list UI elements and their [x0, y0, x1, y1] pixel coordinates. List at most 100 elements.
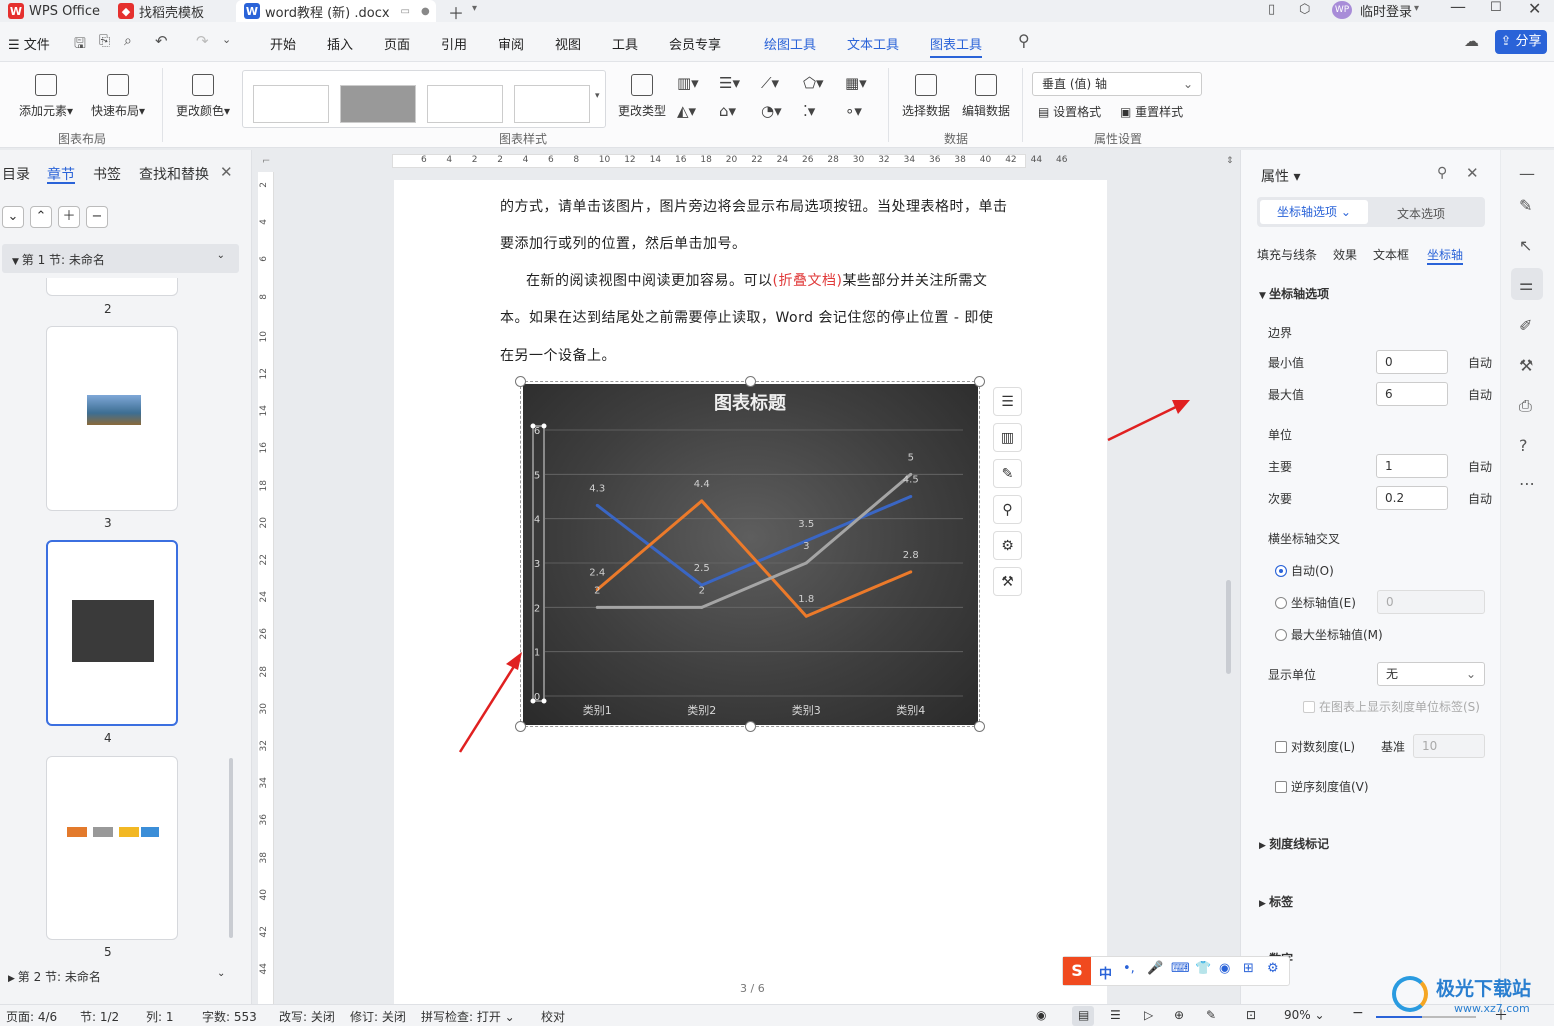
select-data-button[interactable]: 选择数据 — [900, 74, 952, 119]
menu-chart-tools[interactable]: 图表工具 — [930, 34, 983, 58]
chart-style-brush-icon[interactable]: ✎ — [993, 459, 1022, 488]
chevron-down-icon[interactable]: ⌄ — [217, 968, 225, 979]
properties-sliders-icon[interactable]: ⚌ — [1519, 275, 1533, 294]
radio-auto[interactable]: 自动(O) — [1275, 562, 1334, 579]
pin-icon[interactable]: ⚲ — [1437, 165, 1447, 181]
close-icon[interactable]: ✕ — [220, 163, 233, 181]
tab-axis-options[interactable]: 坐标轴选项 ⌄ — [1260, 200, 1368, 224]
nav-tab-bookmarks[interactable]: 书签 — [93, 164, 121, 184]
resize-handle[interactable] — [515, 721, 526, 732]
radar-chart-icon[interactable]: ⬠▾ — [803, 74, 824, 92]
eye-icon[interactable]: ◉ — [1036, 1008, 1046, 1022]
menu-drawing-tools[interactable]: 绘图工具 — [764, 34, 816, 53]
menu-review[interactable]: 审阅 — [498, 34, 524, 53]
web-view-icon[interactable]: ⊕ — [1174, 1008, 1184, 1022]
apps-icon[interactable]: ⊞ — [1243, 961, 1254, 976]
resize-handle[interactable] — [974, 721, 985, 732]
layout-options-icon[interactable]: ☰ — [993, 387, 1022, 416]
table-chart-icon[interactable]: ▦▾ — [845, 74, 867, 92]
change-type-button[interactable]: 更改类型 — [616, 74, 668, 119]
axis-handle[interactable] — [541, 423, 547, 429]
show-unit-label-checkbox[interactable]: 在图表上显示刻度单位标签(S) — [1303, 698, 1480, 715]
add-section-button[interactable]: ＋ — [58, 206, 80, 228]
close-icon[interactable]: ✕ — [1466, 164, 1479, 182]
major-auto-button[interactable]: 自动 — [1468, 458, 1492, 475]
share-button[interactable]: ⇪ 分享 — [1495, 30, 1547, 54]
close-icon[interactable]: ✕ — [1528, 0, 1541, 18]
settings-icon[interactable]: ⚙ — [1267, 961, 1279, 976]
chart[interactable]: 图表标题 0123456 类别1 类别2 类别3 类别4 4.3 2.5 3.5 4.5 2.… — [523, 384, 978, 725]
help-icon[interactable]: ? — [1519, 436, 1528, 455]
status-track-changes[interactable]: 修订: 关闭 — [350, 1008, 406, 1025]
chart-tools-icon[interactable]: ⚒ — [993, 567, 1022, 596]
minor-auto-button[interactable]: 自动 — [1468, 490, 1492, 507]
minor-unit-input[interactable]: 0.2 — [1376, 486, 1448, 510]
resize-handle[interactable] — [745, 721, 756, 732]
subtab-effects[interactable]: 效果 — [1333, 246, 1357, 263]
section-2-header[interactable]: ▶ 第 2 节: 未命名 — [8, 968, 101, 985]
translate-icon[interactable]: ⎙ — [1519, 396, 1532, 416]
log-scale-checkbox[interactable]: 对数刻度(L) — [1275, 738, 1355, 755]
menu-tools[interactable]: 工具 — [612, 34, 638, 53]
sogou-logo-icon[interactable]: S — [1063, 957, 1091, 985]
pen-icon[interactable]: ✎ — [1519, 196, 1532, 215]
punctuation-icon[interactable]: •, — [1123, 961, 1135, 976]
horizontal-ruler[interactable]: 6 4 2 2 4 6 8 10 12 14 16 18 20 22 24 26 28 30 32 34 36 38 40 4… — [392, 154, 1067, 168]
file-menu[interactable]: ☰ 文件 — [8, 34, 50, 53]
undo-icon[interactable]: ↶ — [155, 32, 168, 50]
axis-select-dropdown[interactable]: 垂直 (值) 轴 ⌄ — [1032, 72, 1202, 96]
major-unit-input[interactable]: 1 — [1376, 454, 1448, 478]
doc-scrollbar[interactable] — [1226, 580, 1231, 674]
maximize-icon[interactable]: ☐ — [1490, 0, 1502, 15]
play-icon[interactable]: ▷ — [1144, 1008, 1153, 1022]
more-icon[interactable]: ⋯ — [1519, 474, 1535, 493]
chart-title[interactable]: 图表标题 — [714, 392, 787, 414]
tick-marks-section[interactable]: ▶ 刻度线标记 — [1259, 835, 1329, 852]
change-color-button[interactable]: 更改颜色▾ — [173, 74, 233, 119]
tab-template[interactable]: ◆ 找稻壳模板 — [110, 0, 234, 22]
collapse-button[interactable]: ⌄ — [2, 206, 24, 228]
menu-text-tools[interactable]: 文本工具 — [847, 34, 899, 53]
line-chart-icon[interactable]: ⟋▾ — [761, 74, 779, 92]
skin-icon[interactable]: 👕 — [1195, 961, 1211, 976]
fit-page-icon[interactable]: ⊡ — [1246, 1008, 1256, 1022]
max-auto-button[interactable]: 自动 — [1468, 386, 1492, 403]
nav-tab-find-replace[interactable]: 查找和替换 — [139, 164, 209, 184]
expand-button[interactable]: ⌃ — [30, 206, 52, 228]
radio-max-value[interactable]: 最大坐标轴值(M) — [1275, 626, 1383, 643]
style-thumb-2[interactable] — [340, 85, 416, 123]
status-spell-check[interactable]: 拼写检查: 打开 ⌄ — [421, 1008, 515, 1025]
axis-handle[interactable] — [530, 423, 536, 429]
menu-view[interactable]: 视图 — [555, 34, 581, 53]
page-thumb-3[interactable] — [46, 326, 178, 511]
reverse-order-checkbox[interactable]: 逆序刻度值(V) — [1275, 778, 1369, 795]
status-overwrite[interactable]: 改写: 关闭 — [279, 1008, 335, 1025]
axis-value-input[interactable]: 0 — [1377, 590, 1485, 614]
nav-tab-toc[interactable]: 目录 — [2, 164, 30, 184]
radio-axis-value[interactable]: 坐标轴值(E) — [1275, 594, 1356, 611]
set-format-button[interactable]: ▤ 设置格式 — [1038, 103, 1101, 120]
ruler-toggle-icon[interactable]: ⇕ — [1226, 156, 1234, 166]
section-1-header[interactable]: ▼ 第 1 节: 未命名 ⌄ — [2, 244, 239, 273]
export-icon[interactable]: ⎘ — [99, 33, 110, 49]
chevron-down-icon[interactable]: ⌄ — [222, 33, 231, 46]
mic-icon[interactable]: 🎤 — [1147, 961, 1163, 976]
max-value-input[interactable]: 6 — [1376, 382, 1448, 406]
axis-handle[interactable] — [541, 698, 547, 704]
scatter-chart-icon[interactable]: ⁚▾ — [803, 102, 815, 120]
redo-icon[interactable]: ↷ — [196, 32, 209, 50]
monitor-icon[interactable]: ▭ — [401, 6, 410, 17]
tab-document[interactable]: W word教程 (新) .docx ▭ ● — [236, 0, 436, 22]
column-chart-icon[interactable]: ▥▾ — [677, 74, 699, 92]
area-chart-icon[interactable]: ◭▾ — [677, 102, 696, 120]
subtab-fill-line[interactable]: 填充与线条 — [1257, 246, 1317, 263]
style-icon[interactable]: ✐ — [1519, 316, 1532, 335]
reset-style-button[interactable]: ▣ 重置样式 — [1120, 103, 1183, 120]
menu-page[interactable]: 页面 — [384, 34, 410, 53]
gallery-expand-icon[interactable]: ▾ — [595, 91, 600, 101]
chevron-down-icon[interactable]: ▾ — [472, 3, 477, 14]
labels-section[interactable]: ▶ 标签 — [1259, 893, 1293, 910]
user-login[interactable]: 临时登录 — [1360, 1, 1412, 20]
scrollbar[interactable] — [229, 758, 233, 938]
tab-wps-office[interactable]: W WPS Office — [0, 0, 108, 22]
